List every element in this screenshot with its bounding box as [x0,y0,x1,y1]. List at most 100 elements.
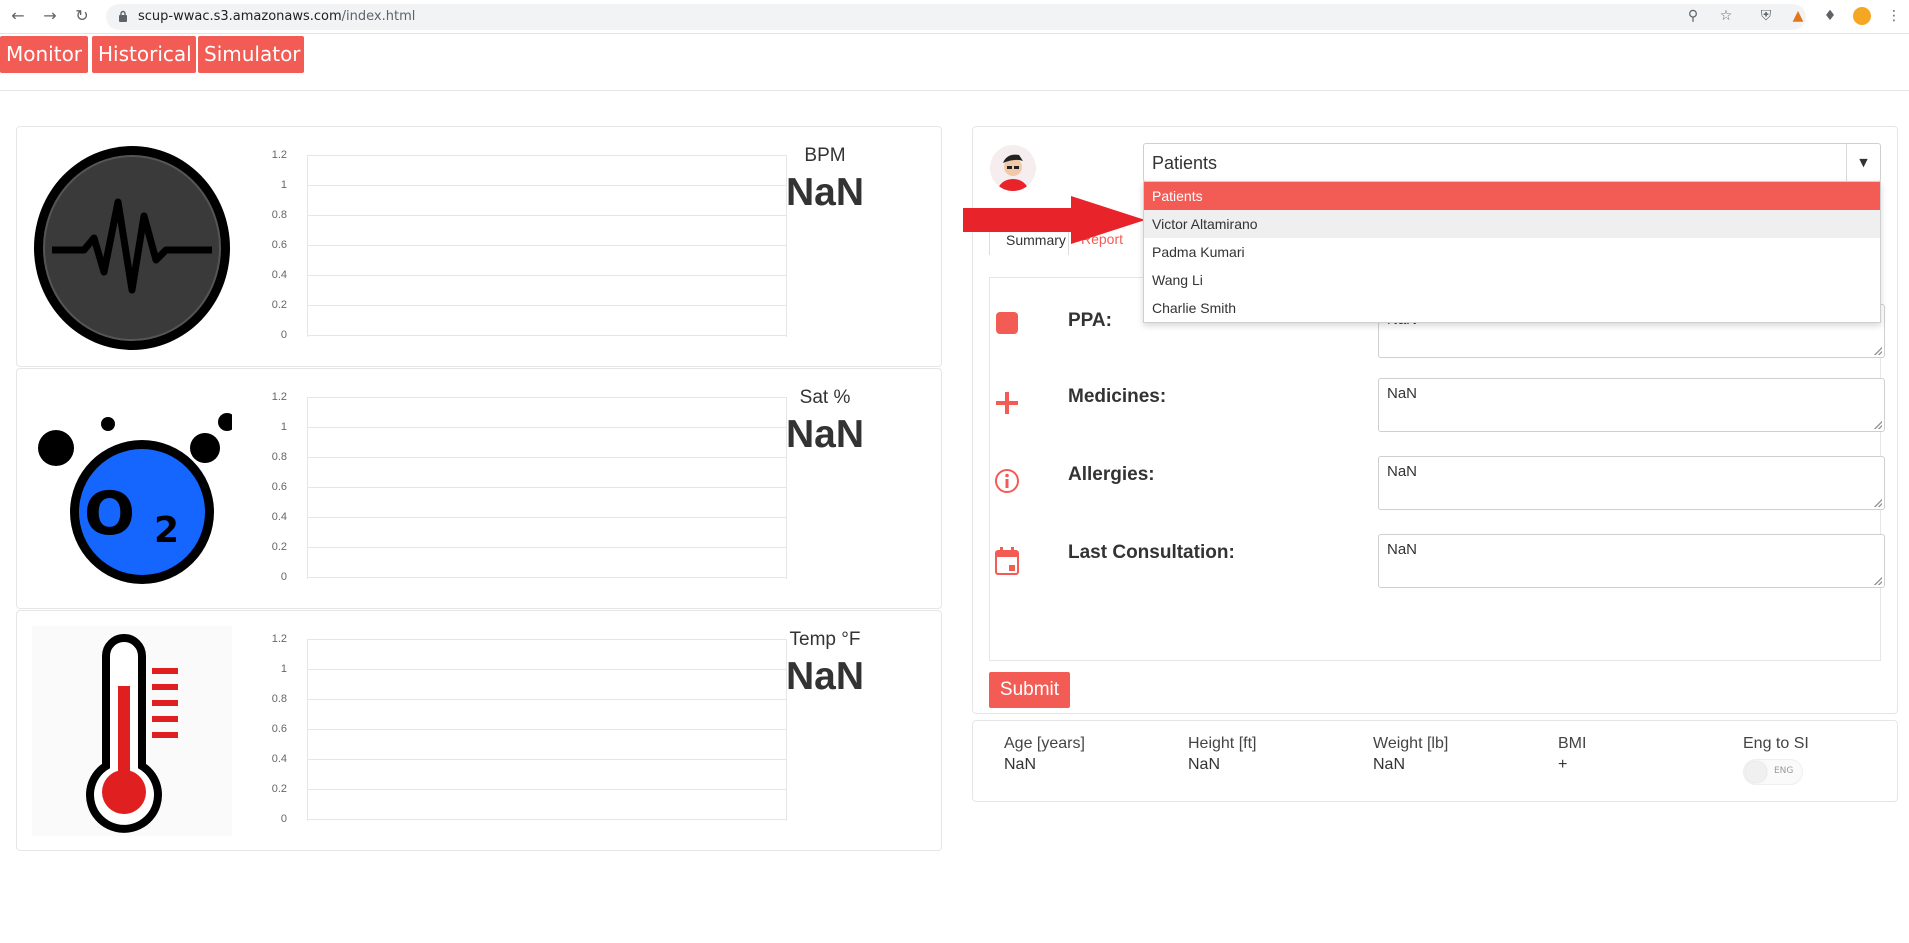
gridline [307,397,787,398]
tick-label: 1 [280,663,287,675]
patient-dropdown-list: Patients Victor Altamirano Padma Kumari … [1143,181,1881,323]
gridline [307,457,787,458]
weight-stat: Weight [lb] NaN [1373,735,1533,774]
star-icon[interactable]: ☆ [1717,7,1735,25]
stat-value: NaN [1188,756,1221,773]
units-toggle[interactable]: ENG [1743,759,1803,785]
gridline [307,517,787,518]
lock-icon [119,10,127,22]
puzzle-icon[interactable]: ♦ [1821,7,1839,25]
stat-label: Eng to SI [1743,735,1809,752]
gridline [307,335,787,336]
gridline [307,275,787,276]
arrow-icon [963,196,1145,244]
resize-grip-icon[interactable] [1874,421,1882,429]
tick-label: 0.8 [271,451,287,463]
stats-panel: Age [years] NaN Height [ft] NaN Weight [… [972,720,1898,802]
option-charlie-smith[interactable]: Charlie Smith [1144,294,1880,322]
bpm-card: 1.2 1 0.8 0.6 0.4 0.2 0 BPM NaN [16,126,942,367]
stat-label: Age [years] [1004,735,1085,752]
menu-icon[interactable]: ⋮ [1885,7,1903,25]
saturation-label: Sat % [799,387,851,408]
tick-label: 0.6 [271,239,287,251]
fox-extension-icon[interactable]: ▲ [1789,7,1807,25]
tick-label: 0.4 [271,753,287,765]
divider [0,90,1909,91]
gridline [307,639,308,821]
forward-icon[interactable]: → [40,6,60,26]
stat-label: Weight [lb] [1373,735,1449,752]
toggle-label: ENG [1774,766,1794,776]
bmi-stat: BMI + [1558,735,1718,774]
calendar-icon [995,547,1019,575]
last-consultation-label: Last Consultation: [1068,542,1235,563]
gridline [307,185,787,186]
gridline [307,427,787,428]
oxygen-icon: O 2 [32,384,236,594]
medicines-field[interactable]: NaN [1378,378,1885,432]
gridline [307,759,787,760]
gridline [307,547,787,548]
allergies-field[interactable]: NaN [1378,456,1885,510]
resize-grip-icon[interactable] [1874,577,1882,585]
gridline [307,397,308,579]
option-patients[interactable]: Patients [1144,182,1880,210]
gridline [307,699,787,700]
tab-historical[interactable]: Historical [92,36,196,73]
tick-label: 0 [280,329,287,341]
saturation-card: O 2 1.2 1 0.8 0.6 0.4 0.2 0 Sat % NaN [16,368,942,609]
saturation-chart: 1.2 1 0.8 0.6 0.4 0.2 0 [257,391,787,587]
stat-label: Height [ft] [1188,735,1257,752]
address-bar[interactable]: scup-wwac.s3.amazonaws.com/index.html [106,4,1806,30]
gridline [307,789,787,790]
stat-label: BMI [1558,735,1587,752]
back-icon[interactable]: ← [8,6,28,26]
key-icon[interactable]: ⚲ [1684,7,1702,25]
plus-icon [996,392,1018,414]
patient-select-value: Patients [1152,153,1218,173]
tab-simulator[interactable]: Simulator [198,36,304,73]
tick-label: 0.2 [271,783,287,795]
patient-fields: PPA: NaN Medicines: NaN Allergies: NaN L… [989,277,1885,661]
tick-label: 0.6 [271,723,287,735]
tick-label: 0.4 [271,511,287,523]
option-victor-altamirano[interactable]: Victor Altamirano [1144,210,1880,238]
resize-grip-icon[interactable] [1874,347,1882,355]
option-padma-kumari[interactable]: Padma Kumari [1144,238,1880,266]
gridline [307,577,787,578]
stat-value: + [1558,756,1568,773]
shield-icon[interactable]: ⛨ [1757,7,1775,25]
svg-text:2: 2 [154,510,179,551]
tick-label: 1.2 [271,149,287,161]
reload-icon[interactable]: ↻ [72,6,92,26]
allergies-label: Allergies: [1068,464,1155,485]
gridline [307,215,787,216]
resize-grip-icon[interactable] [1874,499,1882,507]
tab-monitor[interactable]: Monitor [0,36,88,73]
bpm-chart: 1.2 1 0.8 0.6 0.4 0.2 0 [257,149,787,345]
submit-button[interactable]: Submit [989,672,1070,708]
patient-select[interactable]: Patients ▼ [1143,143,1881,182]
profile-icon[interactable] [1853,7,1871,25]
temperature-label: Temp °F [789,629,861,650]
units-stat: Eng to SI [1743,735,1903,753]
bpm-label: BPM [804,145,846,166]
tick-label: 1.2 [271,391,287,403]
gridline [307,487,787,488]
tick-label: 0 [280,571,287,583]
medicines-label: Medicines: [1068,386,1167,407]
tick-label: 1.2 [271,633,287,645]
tick-label: 1 [280,421,287,433]
tick-label: 0.8 [271,209,287,221]
info-icon [995,469,1019,493]
last-consultation-field[interactable]: NaN [1378,534,1885,588]
chevron-down-icon[interactable]: ▼ [1846,144,1880,181]
gridline [307,155,308,337]
temperature-value: NaN [785,655,865,698]
tick-label: 0.2 [271,299,287,311]
option-wang-li[interactable]: Wang Li [1144,266,1880,294]
avatar [990,145,1036,191]
toggle-knob[interactable] [1745,761,1767,783]
bpm-value: NaN [785,171,865,214]
gridline [307,669,787,670]
